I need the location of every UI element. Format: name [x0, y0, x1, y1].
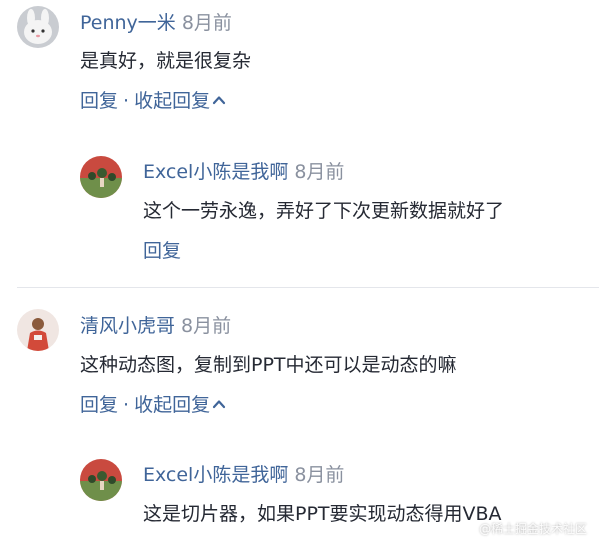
- reply-meta: Excel小陈是我啊 8月前: [143, 463, 344, 487]
- avatar[interactable]: [80, 459, 122, 501]
- reply-text: 这是切片器，如果PPT要实现动态得用VBA: [143, 503, 502, 525]
- reply-button[interactable]: 回复: [80, 394, 118, 416]
- comment-actions: 回复 · 收起回复: [80, 393, 226, 417]
- chevron-up-icon: [212, 95, 226, 104]
- comment-meta: 清风小虎哥 8月前: [80, 314, 231, 338]
- comment-meta: Penny一米 8月前: [80, 11, 232, 35]
- comment-time: 8月前: [181, 315, 232, 337]
- author-name[interactable]: Excel小陈是我啊: [143, 464, 288, 486]
- reply-button[interactable]: 回复: [143, 240, 181, 262]
- avatar[interactable]: [17, 309, 59, 351]
- reply-button[interactable]: 回复: [80, 90, 118, 112]
- comment-divider: [17, 287, 599, 288]
- author-name[interactable]: Excel小陈是我啊: [143, 161, 288, 183]
- comment-time: 8月前: [181, 12, 232, 34]
- collapse-replies-button[interactable]: 收起回复: [134, 394, 226, 416]
- separator-dot: ·: [123, 90, 130, 112]
- watermark: @稀土掘金技术社区: [478, 522, 587, 536]
- reply-meta: Excel小陈是我啊 8月前: [143, 160, 344, 184]
- avatar-image: [80, 156, 122, 198]
- comment-time: 8月前: [294, 161, 345, 183]
- comment-actions: 回复 · 收起回复: [80, 89, 226, 113]
- collapse-replies-label: 收起回复: [134, 90, 211, 112]
- comment-text: 是真好，就是很复杂: [80, 50, 252, 72]
- reply-text: 这个一劳永逸，弄好了下次更新数据就好了: [143, 200, 505, 222]
- avatar-image: [17, 6, 59, 48]
- author-name[interactable]: Penny一米: [80, 12, 176, 34]
- avatar-image: [17, 309, 59, 351]
- comment-text: 这种动态图，复制到PPT中还可以是动态的嘛: [80, 354, 457, 376]
- collapse-replies-button[interactable]: 收起回复: [134, 90, 226, 112]
- avatar[interactable]: [80, 156, 122, 198]
- separator-dot: ·: [123, 394, 130, 416]
- chevron-up-icon: [212, 399, 226, 408]
- author-name[interactable]: 清风小虎哥: [80, 315, 175, 337]
- comment-time: 8月前: [294, 464, 345, 486]
- avatar-image: [80, 459, 122, 501]
- collapse-replies-label: 收起回复: [134, 394, 211, 416]
- avatar[interactable]: [17, 6, 59, 48]
- reply-actions: 回复: [143, 239, 181, 263]
